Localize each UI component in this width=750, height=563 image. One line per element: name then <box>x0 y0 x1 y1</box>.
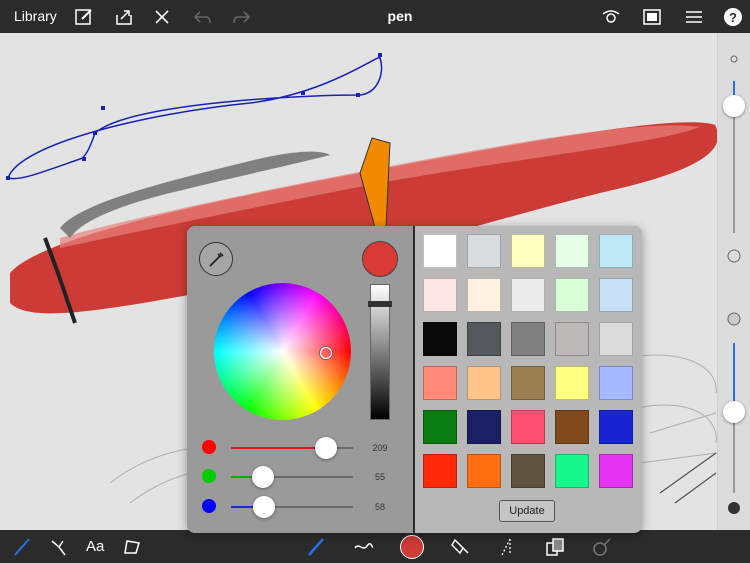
color-swatch[interactable] <box>555 278 589 312</box>
color-swatch[interactable] <box>511 454 545 488</box>
color-swatch[interactable] <box>423 278 457 312</box>
green-slider[interactable] <box>231 466 353 488</box>
text-tool-icon[interactable]: Aa <box>86 538 104 555</box>
svg-text:?: ? <box>729 10 737 25</box>
swatch-pane: Update <box>415 226 642 533</box>
color-swatch[interactable] <box>511 322 545 356</box>
color-swatch[interactable] <box>467 366 501 400</box>
eyedropper-button[interactable] <box>199 242 233 276</box>
brush-settings-rail <box>717 33 750 530</box>
red-dot <box>202 440 216 454</box>
brightness-slider-handle[interactable] <box>368 301 392 307</box>
help-icon[interactable]: ? <box>722 6 744 28</box>
green-dot <box>202 469 216 483</box>
color-swatch[interactable] <box>555 322 589 356</box>
layers-icon[interactable] <box>683 6 705 28</box>
pencil-icon[interactable] <box>10 535 34 559</box>
fill-icon[interactable] <box>449 535 473 559</box>
color-swatch[interactable] <box>467 454 501 488</box>
blue-dot <box>202 499 216 513</box>
visibility-icon[interactable] <box>600 6 622 28</box>
guide-icon[interactable] <box>496 535 520 559</box>
color-swatch[interactable] <box>599 322 633 356</box>
brush-opacity-slider[interactable] <box>723 401 745 423</box>
stroke-icon[interactable] <box>352 535 376 559</box>
green-slider-thumb[interactable] <box>251 466 274 488</box>
brush-icon[interactable] <box>304 535 328 559</box>
color-wheel-handle[interactable] <box>320 347 332 359</box>
red-slider[interactable] <box>231 437 353 459</box>
color-swatch[interactable] <box>511 410 545 444</box>
blue-value: 58 <box>374 502 385 512</box>
color-swatch[interactable] <box>511 278 545 312</box>
canvas-icon[interactable] <box>641 6 663 28</box>
color-swatch[interactable] <box>467 278 501 312</box>
color-swatch[interactable] <box>555 410 589 444</box>
color-swatch[interactable] <box>511 366 545 400</box>
green-value: 55 <box>374 472 385 482</box>
color-swatch[interactable] <box>555 454 589 488</box>
color-swatch[interactable] <box>423 366 457 400</box>
color-swatch[interactable] <box>599 234 633 268</box>
blue-slider[interactable] <box>231 496 353 518</box>
shape-icon[interactable] <box>120 535 144 559</box>
color-swatch[interactable] <box>423 454 457 488</box>
color-swatch[interactable] <box>423 322 457 356</box>
color-swatch[interactable] <box>423 234 457 268</box>
current-color-preview <box>362 241 398 277</box>
document-title: pen <box>387 8 413 24</box>
symmetry-icon[interactable] <box>590 535 614 559</box>
color-swatch[interactable] <box>467 234 501 268</box>
color-swatch[interactable] <box>423 410 457 444</box>
color-swatch[interactable] <box>599 410 633 444</box>
color-swatch[interactable] <box>599 454 633 488</box>
transform-icon[interactable] <box>47 535 71 559</box>
color-picker-popover: 209 55 58 Update <box>187 226 642 533</box>
update-button[interactable]: Update <box>499 500 555 522</box>
color-swatch[interactable] <box>599 278 633 312</box>
copy-icon[interactable] <box>543 535 567 559</box>
red-slider-thumb[interactable] <box>315 437 338 459</box>
color-swatch[interactable] <box>599 366 633 400</box>
top-toolbar: Library pen ? <box>0 0 750 33</box>
color-swatch[interactable] <box>555 366 589 400</box>
color-swatch[interactable] <box>467 410 501 444</box>
current-color-button[interactable] <box>400 535 424 559</box>
blue-slider-thumb[interactable] <box>252 496 275 518</box>
color-editor-pane: 209 55 58 <box>187 226 413 533</box>
brush-size-slider[interactable] <box>723 95 745 117</box>
color-swatch[interactable] <box>467 322 501 356</box>
eyedropper-icon <box>209 252 224 267</box>
color-swatch[interactable] <box>511 234 545 268</box>
bottom-toolbar: Aa <box>0 530 750 563</box>
color-swatch[interactable] <box>555 234 589 268</box>
red-value: 209 <box>372 443 388 453</box>
